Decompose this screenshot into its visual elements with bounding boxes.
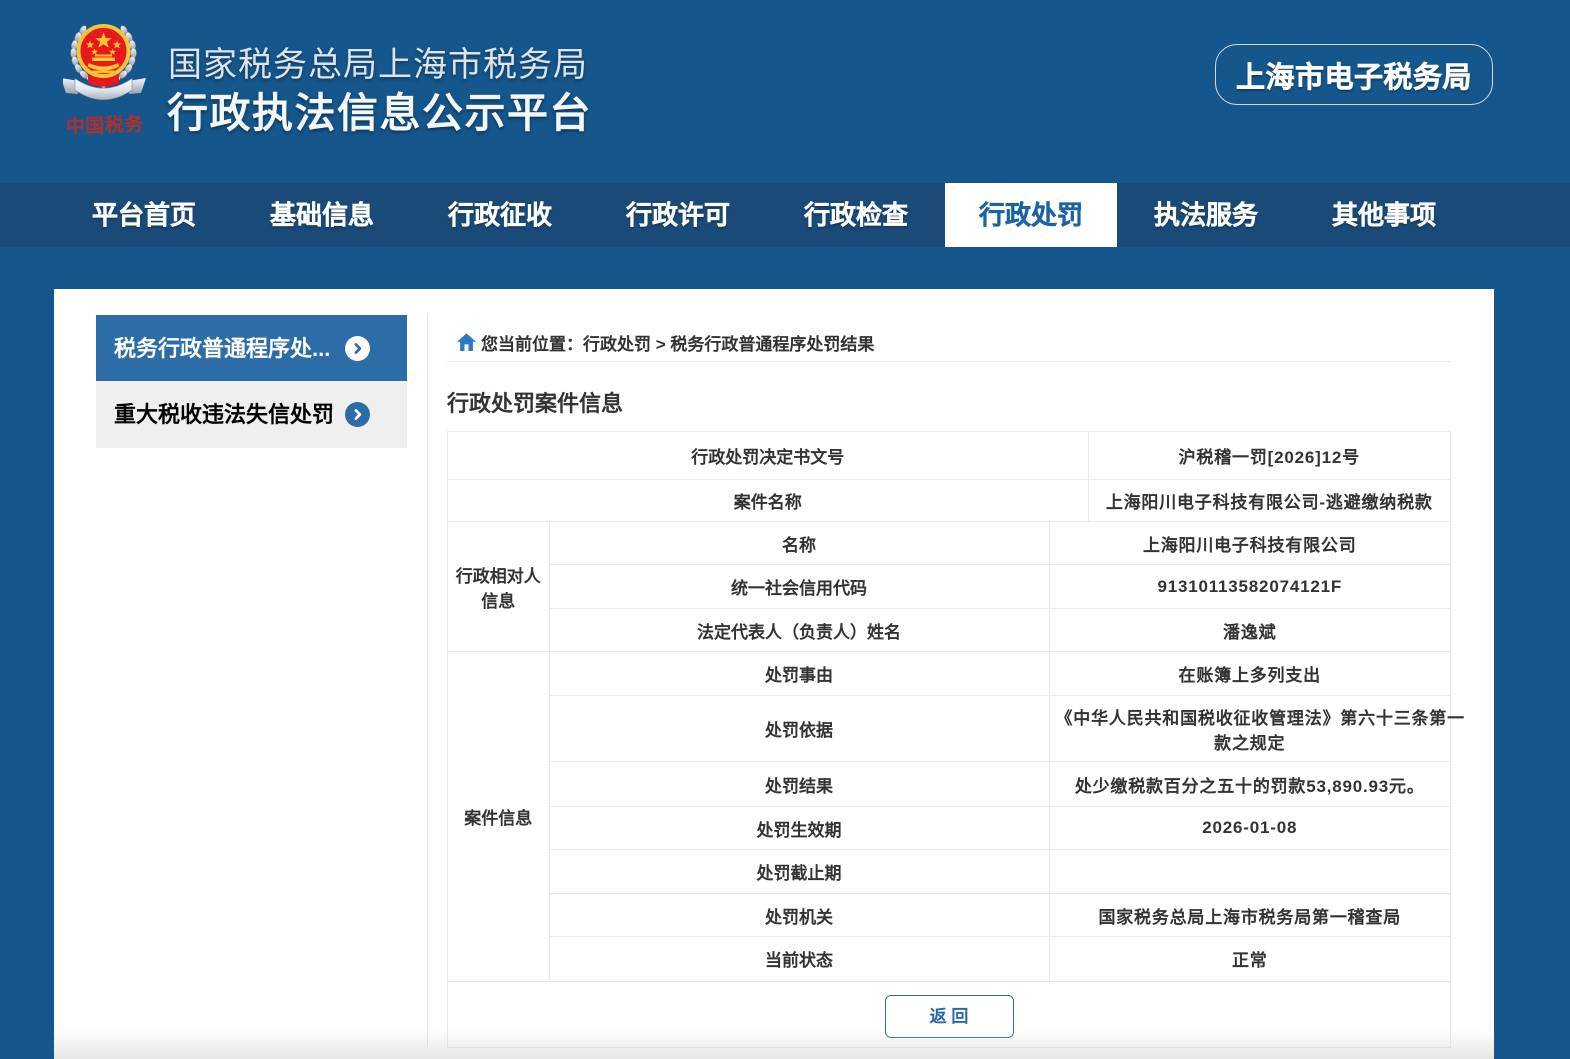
- svg-text:中国税务: 中国税务: [65, 112, 144, 138]
